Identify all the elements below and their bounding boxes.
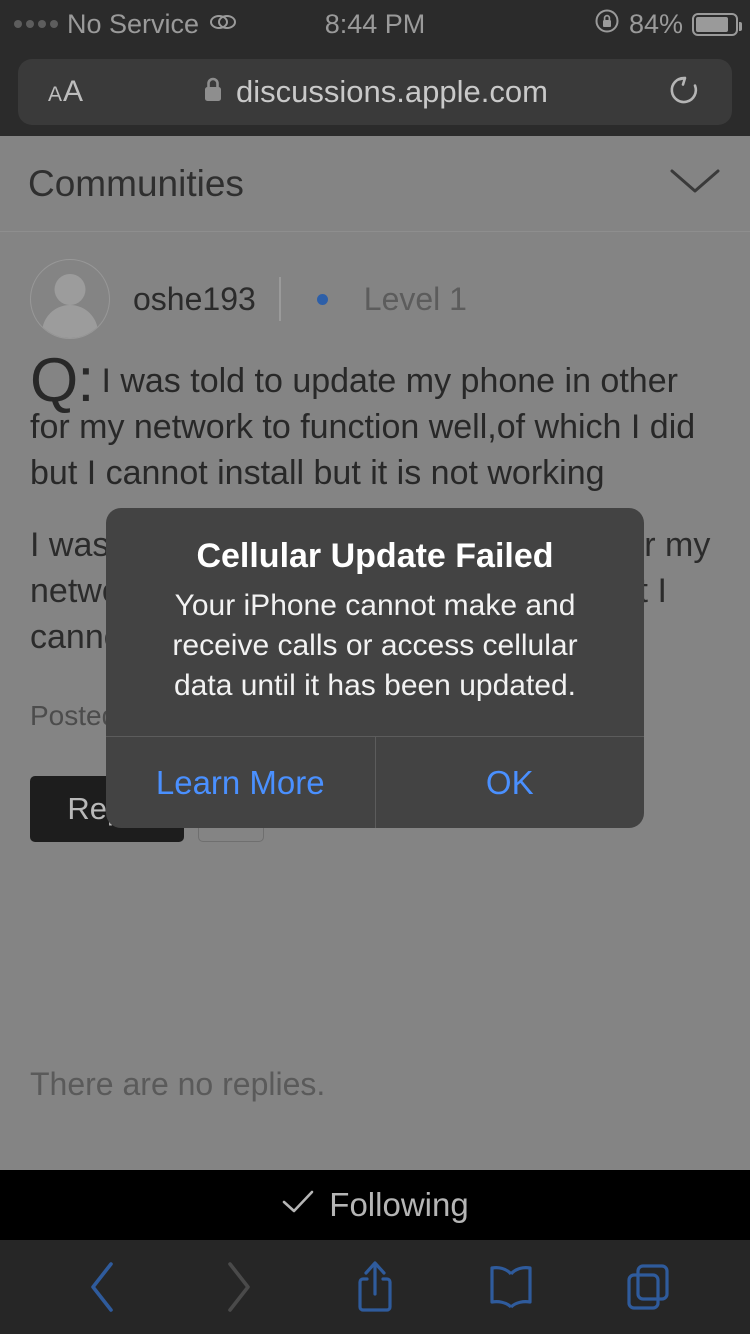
author-level: Level 1	[363, 280, 467, 317]
url-text: discussions.apple.com	[236, 74, 548, 109]
reload-icon[interactable]	[666, 72, 702, 113]
text-size-button[interactable]: AA	[48, 75, 84, 109]
dialog-message: Your iPhone cannot make and receive call…	[172, 589, 578, 702]
battery-icon	[692, 12, 742, 36]
bookmarks-icon	[490, 1266, 532, 1309]
dialog-title: Cellular Update Failed	[196, 537, 554, 575]
text-size-large-label: A	[63, 75, 85, 108]
dialog-body: Cellular Update Failed Your iPhone canno…	[106, 508, 644, 736]
safari-toolbar	[0, 1240, 750, 1334]
dialog-actions: Learn More OK	[106, 736, 644, 828]
text-size-small-label: A	[48, 83, 64, 106]
browser-chrome: AA discussions.apple.com	[0, 48, 750, 136]
check-icon	[281, 1186, 315, 1224]
tabs-icon	[627, 1264, 669, 1310]
lock-icon	[202, 76, 224, 108]
share-icon	[358, 1261, 392, 1312]
chevron-down-icon[interactable]	[668, 165, 722, 202]
no-replies-label: There are no replies.	[30, 1066, 326, 1102]
bookmarks-button[interactable]	[466, 1252, 556, 1322]
question-title: Q: I was told to update my phone in other…	[30, 346, 720, 496]
share-button[interactable]	[330, 1252, 420, 1322]
forward-button[interactable]	[194, 1252, 284, 1322]
address-bar[interactable]: AA discussions.apple.com	[18, 59, 732, 125]
status-bar-right: 84%	[594, 8, 742, 41]
cellular-update-failed-dialog: Cellular Update Failed Your iPhone canno…	[106, 508, 644, 828]
question-prefix: Q:	[30, 346, 94, 415]
forward-icon	[227, 1262, 250, 1312]
rotation-lock-icon	[594, 8, 620, 41]
page-title: Communities	[28, 162, 244, 204]
avatar[interactable]	[30, 259, 110, 339]
level-dot-icon	[316, 293, 328, 305]
url-group[interactable]: discussions.apple.com	[18, 74, 732, 110]
learn-more-button[interactable]: Learn More	[106, 737, 376, 828]
author-row: oshe193 Level 1	[30, 256, 720, 342]
author-name[interactable]: oshe193	[133, 281, 256, 318]
ok-button[interactable]: OK	[376, 737, 645, 828]
divider	[278, 277, 281, 321]
following-bar[interactable]: Following	[0, 1170, 750, 1240]
question-text: I was told to update my phone in other f…	[30, 362, 696, 492]
following-label: Following	[329, 1186, 469, 1223]
back-icon	[91, 1262, 113, 1312]
tabs-button[interactable]	[603, 1252, 693, 1322]
back-button[interactable]	[57, 1252, 147, 1322]
status-bar: No Service 8:44 PM 84%	[0, 0, 750, 48]
communities-header[interactable]: Communities	[0, 136, 750, 232]
battery-percent-label: 84%	[628, 8, 683, 39]
